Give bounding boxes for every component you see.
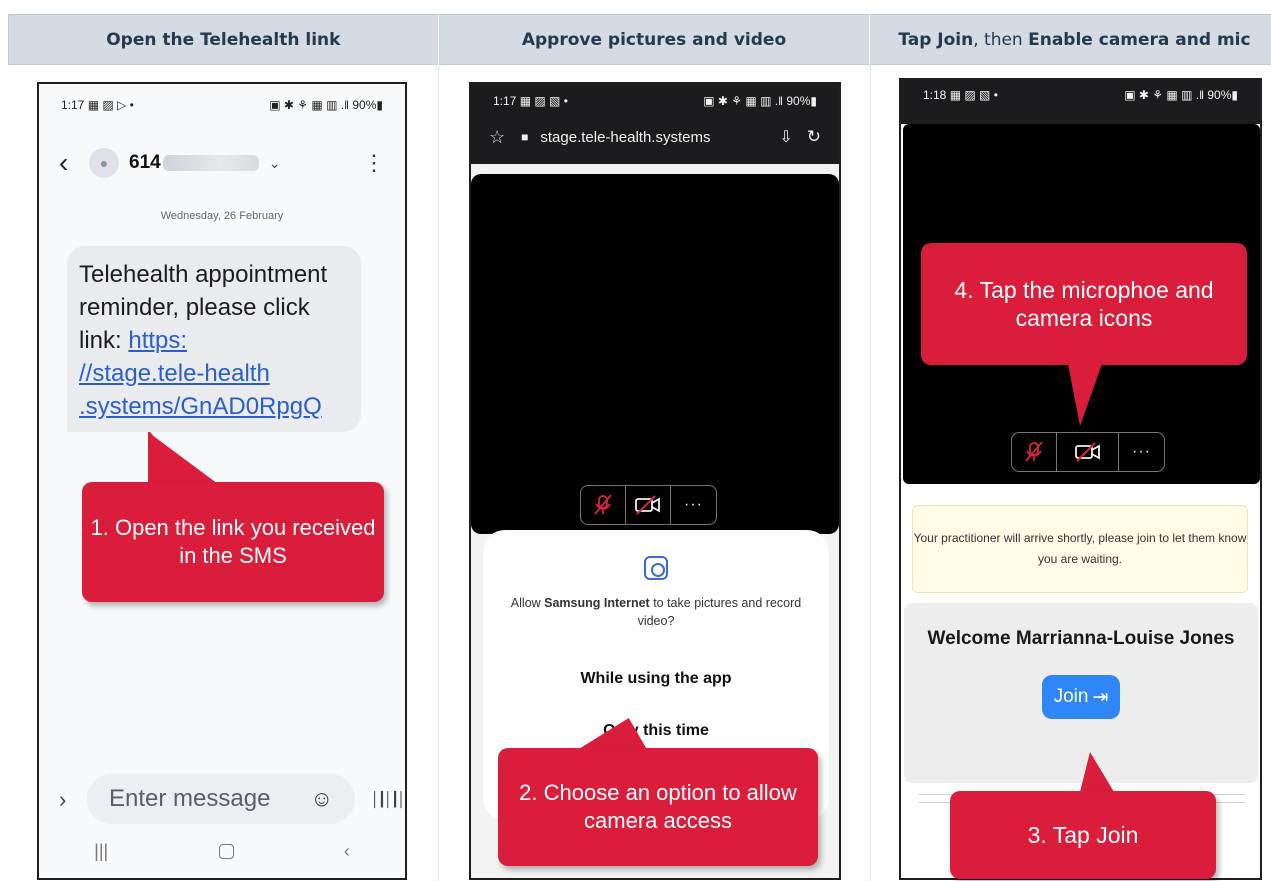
contact-avatar-icon[interactable]: ● xyxy=(89,148,119,178)
callout-tap-join-text: 3. Tap Join xyxy=(1027,822,1139,848)
back-arrow-icon[interactable]: ‹ xyxy=(59,147,89,179)
status-time: 1:17 ▦ ▨ ▧ • xyxy=(493,94,568,108)
join-icon: ⇥ xyxy=(1092,686,1109,708)
message-date: Wednesday, 26 February xyxy=(160,210,284,222)
phone-sms-screenshot: 1:17 ▦ ▨ ▷ • ▣ ✱ ⚘ ▦ ▥ .‖ 90%▮ ‹ ● 614 ⌄… xyxy=(37,82,407,880)
sms-message-bubble: Telehealth appointment reminder, please … xyxy=(67,246,361,432)
callout-choose-option-text: 2. Choose an option to allow camera acce… xyxy=(519,780,797,833)
option-only-this-time[interactable]: Only this time xyxy=(483,722,829,740)
header-step-join-part-3: Enable camera and mic xyxy=(1028,30,1251,50)
lock-icon: ■ xyxy=(521,130,529,144)
recent-apps-icon[interactable]: ||| xyxy=(94,841,108,862)
emoji-icon[interactable]: ☺ xyxy=(311,786,333,812)
media-controls: ··· xyxy=(1011,432,1165,472)
message-text: Telehealth appointment reminder, please … xyxy=(79,258,349,357)
android-nav-bar: ||| ‹ xyxy=(39,824,405,878)
microphone-muted-icon[interactable] xyxy=(581,486,626,524)
message-link-part-1[interactable]: https: xyxy=(128,327,187,354)
callout-tap-icons: 4. Tap the microphoe and camera icons xyxy=(921,243,1247,365)
welcome-message: Welcome Marrianna-Louise Jones xyxy=(927,628,1235,649)
video-preview xyxy=(471,174,839,534)
callout-tail xyxy=(1080,752,1114,792)
message-link-part-2[interactable]: //stage.tele-health xyxy=(79,357,349,390)
status-indicators: ▣ ✱ ⚘ ▦ ▥ .‖ 90%▮ xyxy=(269,98,383,112)
more-options-icon[interactable]: ··· xyxy=(671,486,716,524)
callout-tap-join: 3. Tap Join xyxy=(950,791,1216,879)
microphone-muted-icon[interactable] xyxy=(1012,433,1057,471)
join-button-label: Join xyxy=(1053,686,1089,707)
nav-back-icon[interactable]: ‹ xyxy=(344,841,350,862)
header-step-join: Tap Join , then Enable camera and mic xyxy=(870,15,1271,65)
callout-open-link-text: 1. Open the link you received in the SMS xyxy=(90,515,376,568)
sender-number: 614 xyxy=(129,152,161,173)
message-input[interactable]: Enter message ☺ xyxy=(87,774,355,824)
instructions-header: Open the Telehealth link Approve picture… xyxy=(8,14,1271,65)
status-bar: 1:17 ▦ ▨ ▷ • ▣ ✱ ⚘ ▦ ▥ .‖ 90%▮ xyxy=(39,92,405,118)
callout-choose-option: 2. Choose an option to allow camera acce… xyxy=(498,748,818,866)
voice-input-icon[interactable]: │┃│┃│ xyxy=(371,791,405,808)
header-step-approve-text: Approve pictures and video xyxy=(521,30,787,50)
column-divider xyxy=(438,65,439,881)
option-while-using-app[interactable]: While using the app xyxy=(483,670,829,688)
message-input-placeholder: Enter message xyxy=(109,785,271,812)
callout-tap-icons-text: 4. Tap the microphoe and camera icons xyxy=(954,277,1214,331)
more-options-icon[interactable]: ··· xyxy=(1119,433,1164,471)
refresh-icon[interactable]: ↻ xyxy=(807,127,821,147)
callout-tail xyxy=(148,432,218,484)
waiting-notice: Your practitioner will arrive shortly, p… xyxy=(912,505,1248,593)
permission-prefix: Allow xyxy=(510,596,545,610)
callout-tail xyxy=(1068,364,1102,426)
header-step-approve: Approve pictures and video xyxy=(439,15,871,65)
header-step-open-link: Open the Telehealth link xyxy=(9,15,439,65)
home-icon[interactable] xyxy=(218,843,234,859)
redacted-number xyxy=(162,155,259,171)
permission-message: Allow Samsung Internet to take pictures … xyxy=(483,594,829,630)
camera-icon xyxy=(644,556,668,580)
more-options-icon[interactable]: ⋮ xyxy=(363,150,385,176)
sms-conversation-header: ‹ ● 614 ⌄ ⋮ xyxy=(39,146,405,180)
browser-address-bar[interactable]: ☆ ■ stage.tele-health.systems ⇩ ↻ xyxy=(471,110,839,164)
header-step-join-part-1: Tap Join xyxy=(898,30,974,50)
bookmark-star-icon[interactable]: ☆ xyxy=(489,127,505,148)
message-lead: Telehealth appointment reminder, please … xyxy=(79,261,328,354)
header-step-open-link-text: Open the Telehealth link xyxy=(106,30,341,50)
media-controls: ··· xyxy=(580,485,717,525)
status-time: 1:17 ▦ ▨ ▷ • xyxy=(61,98,134,112)
url-text[interactable]: stage.tele-health.systems xyxy=(540,129,710,146)
join-button[interactable]: Join ⇥ xyxy=(1041,675,1121,719)
chevron-down-icon[interactable]: ⌄ xyxy=(269,155,281,172)
status-indicators: ▣ ✱ ⚘ ▦ ▥ .‖ 90%▮ xyxy=(1124,88,1238,102)
message-link-part-3[interactable]: .systems/GnAD0RpgQ xyxy=(79,390,349,423)
expand-icon[interactable]: › xyxy=(59,787,66,813)
permission-suffix: to take pictures and record video? xyxy=(637,596,802,628)
camera-off-icon[interactable] xyxy=(626,486,671,524)
header-step-join-part-2: , then xyxy=(973,30,1029,50)
status-bar: 1:17 ▦ ▨ ▧ • ▣ ✱ ⚘ ▦ ▥ .‖ 90%▮ xyxy=(471,84,839,112)
permission-app-name: Samsung Internet xyxy=(544,596,650,610)
status-indicators: ▣ ✱ ⚘ ▦ ▥ .‖ 90%▮ xyxy=(703,94,817,108)
callout-open-link: 1. Open the link you received in the SMS xyxy=(82,482,384,602)
camera-off-icon[interactable] xyxy=(1057,433,1119,471)
status-bar: 1:18 ▦ ▨ ▧ • ▣ ✱ ⚘ ▦ ▥ .‖ 90%▮ xyxy=(901,80,1260,124)
status-time: 1:18 ▦ ▨ ▧ • xyxy=(923,88,998,102)
download-icon[interactable]: ⇩ xyxy=(779,127,792,147)
column-divider xyxy=(870,65,871,881)
